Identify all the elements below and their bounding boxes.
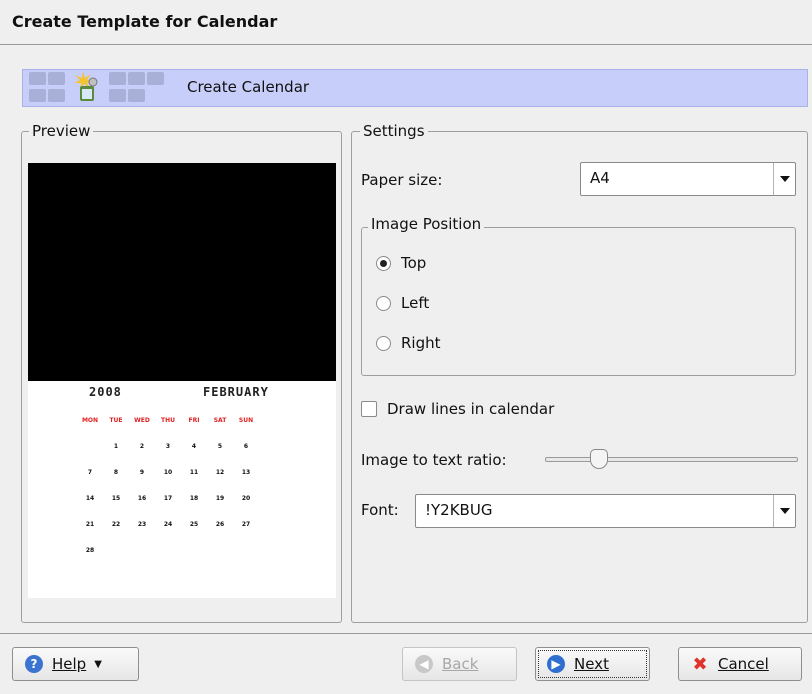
back-arrow-icon: ◀ bbox=[415, 655, 433, 673]
radio-button-icon bbox=[376, 255, 391, 271]
calendar-day-number: 22 bbox=[111, 521, 121, 528]
back-button-label: Back bbox=[442, 655, 479, 673]
calendar-day-name: FRI bbox=[188, 417, 200, 424]
title-separator bbox=[0, 44, 812, 45]
calendar-day-number: 17 bbox=[163, 495, 173, 502]
calendar-day-number: 25 bbox=[189, 521, 199, 528]
calendar-day-number: 7 bbox=[87, 469, 93, 476]
calendar-month: FEBRUARY bbox=[203, 385, 269, 399]
calendar-day-name: SAT bbox=[213, 417, 227, 424]
calendar-year: 2008 bbox=[89, 385, 122, 399]
banner-tile-icon bbox=[29, 72, 46, 85]
calendar-day-number: 21 bbox=[85, 521, 95, 528]
calendar-day-number: 14 bbox=[85, 495, 95, 502]
banner-tile-icon bbox=[109, 72, 126, 85]
paper-size-label: Paper size: bbox=[361, 171, 443, 189]
paper-size-value: A4 bbox=[590, 169, 610, 187]
settings-group bbox=[351, 131, 808, 623]
calendar-day-number: 15 bbox=[111, 495, 121, 502]
calendar-day-name: THU bbox=[161, 417, 175, 424]
paper-size-combo[interactable]: A4 bbox=[580, 162, 796, 196]
calendar-day-number: 9 bbox=[139, 469, 145, 476]
calendar-day-number: 3 bbox=[165, 443, 171, 450]
wizard-banner: Create Calendar bbox=[22, 69, 808, 107]
image-position-title: Image Position bbox=[368, 215, 485, 233]
banner-tile-icon bbox=[128, 89, 145, 102]
banner-title: Create Calendar bbox=[187, 78, 310, 96]
calendar-day-number: 2 bbox=[139, 443, 145, 450]
calendar-day-number: 12 bbox=[215, 469, 225, 476]
next-arrow-icon: ▶ bbox=[547, 655, 565, 673]
calendar-day-name: SUN bbox=[238, 417, 254, 424]
calendar-day-number: 20 bbox=[241, 495, 251, 502]
font-combo[interactable]: !Y2KBUG bbox=[415, 494, 796, 528]
settings-title: Settings bbox=[360, 122, 428, 140]
banner-tile-icon bbox=[48, 89, 65, 102]
window-title: Create Template for Calendar bbox=[12, 12, 278, 31]
preview-calendar: 2008 FEBRUARY MON TUE WED THU FRI SAT SUN 1 2 3 4 5… bbox=[28, 381, 336, 598]
radio-right-label: Right bbox=[401, 334, 441, 352]
next-button[interactable]: ▶ Next bbox=[535, 647, 650, 681]
help-button-label: Help bbox=[52, 655, 87, 673]
calendar-day-name: MON bbox=[81, 417, 99, 424]
preview-image-area bbox=[28, 163, 336, 381]
calendar-plugin-icon bbox=[71, 71, 101, 104]
calendar-day-number: 10 bbox=[163, 469, 173, 476]
chevron-down-icon: ▼ bbox=[94, 658, 102, 670]
radio-button-icon bbox=[376, 295, 391, 311]
calendar-day-number: 1 bbox=[113, 443, 119, 450]
close-icon: ✖ bbox=[692, 653, 708, 675]
cancel-button-label: Cancel bbox=[718, 655, 769, 673]
ratio-label: Image to text ratio: bbox=[361, 451, 507, 469]
ratio-slider-handle[interactable] bbox=[590, 449, 608, 469]
banner-tile-icon bbox=[48, 72, 65, 85]
calendar-day-number: 24 bbox=[163, 521, 173, 528]
calendar-day-number: 28 bbox=[85, 547, 95, 554]
calendar-day-number: 18 bbox=[189, 495, 199, 502]
chevron-down-icon bbox=[773, 163, 795, 195]
radio-left[interactable]: Left bbox=[376, 294, 429, 312]
banner-tile-icon bbox=[128, 72, 145, 85]
draw-lines-label: Draw lines in calendar bbox=[387, 400, 555, 418]
next-button-label: Next bbox=[574, 655, 609, 673]
help-button[interactable]: ? Help ▼ bbox=[12, 647, 139, 681]
chevron-down-icon bbox=[773, 495, 795, 527]
calendar-day-number: 19 bbox=[215, 495, 225, 502]
radio-right[interactable]: Right bbox=[376, 334, 441, 352]
help-icon: ? bbox=[25, 655, 43, 673]
calendar-day-name: WED bbox=[134, 417, 150, 424]
calendar-day-number: 26 bbox=[215, 521, 225, 528]
back-button[interactable]: ◀ Back bbox=[402, 647, 517, 681]
calendar-day-number: 27 bbox=[241, 521, 251, 528]
calendar-day-number: 4 bbox=[191, 443, 197, 450]
font-value: !Y2KBUG bbox=[425, 501, 493, 519]
calendar-day-number: 16 bbox=[137, 495, 147, 502]
radio-top-label: Top bbox=[401, 254, 427, 272]
calendar-day-name: TUE bbox=[109, 417, 123, 424]
ratio-slider-track[interactable] bbox=[545, 457, 798, 462]
font-label: Font: bbox=[361, 501, 399, 519]
calendar-day-number: 5 bbox=[217, 443, 223, 450]
radio-left-label: Left bbox=[401, 294, 430, 312]
calendar-day-number: 23 bbox=[137, 521, 147, 528]
calendar-day-number: 6 bbox=[243, 443, 249, 450]
draw-lines-checkbox[interactable]: Draw lines in calendar bbox=[361, 400, 554, 418]
radio-top[interactable]: Top bbox=[376, 254, 426, 272]
calendar-day-number: 11 bbox=[189, 469, 199, 476]
banner-tile-icon bbox=[147, 72, 164, 85]
cancel-button[interactable]: ✖ Cancel bbox=[678, 647, 802, 681]
checkbox-icon bbox=[361, 401, 377, 417]
calendar-day-number: 8 bbox=[113, 469, 119, 476]
radio-button-icon bbox=[376, 335, 391, 351]
calendar-day-number: 13 bbox=[241, 469, 251, 476]
preview-title: Preview bbox=[29, 122, 94, 140]
banner-tile-icon bbox=[29, 89, 46, 102]
bottom-separator bbox=[0, 633, 812, 634]
banner-tile-icon bbox=[109, 89, 126, 102]
